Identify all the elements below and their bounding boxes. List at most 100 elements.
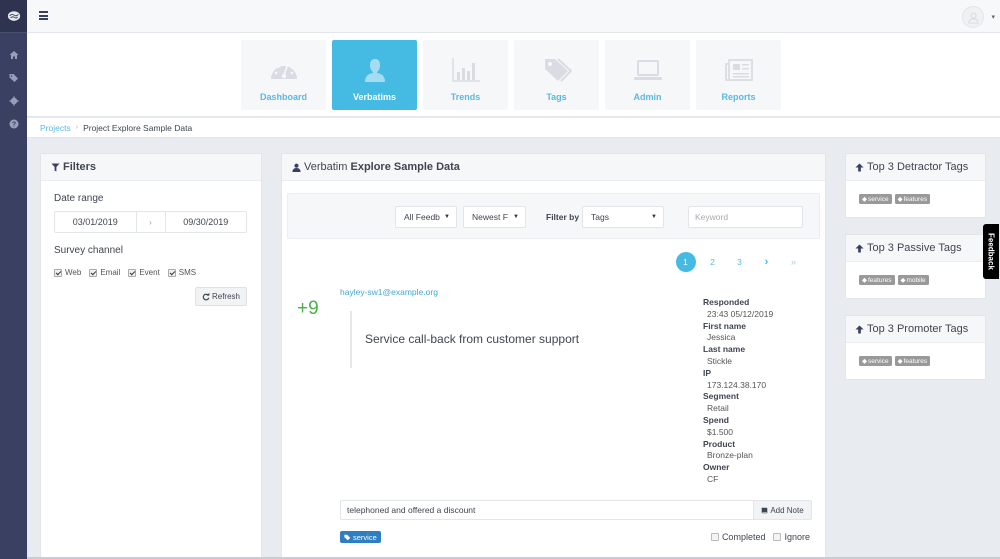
meta-value: Retail [707, 403, 729, 414]
last-page-icon[interactable]: » [780, 252, 807, 272]
completed-checkbox[interactable]: Completed [710, 532, 765, 542]
panel-title: Top 3 Promoter Tags [867, 323, 969, 335]
breadcrumb-projects-link[interactable]: Projects [40, 123, 71, 133]
filter-icon [51, 162, 60, 172]
channel-event[interactable]: Event [128, 268, 160, 277]
page-1[interactable]: 1 [672, 252, 699, 272]
add-note-button[interactable]: Add Note [754, 500, 812, 520]
caret-down-icon: ▼ [513, 214, 519, 220]
meta-key: Owner [703, 462, 730, 473]
tag-badge[interactable]: ◆ service [859, 356, 892, 366]
ignore-checkbox[interactable]: Ignore [773, 532, 810, 542]
tile-trends[interactable]: Trends [423, 40, 508, 110]
tag-icon: ◆ [862, 196, 867, 203]
user-avatar-icon[interactable] [962, 6, 984, 28]
next-page-icon[interactable]: › [753, 252, 780, 272]
chevron-down-icon[interactable]: ▾ [991, 13, 995, 21]
tile-label: Trends [450, 92, 481, 102]
help-icon[interactable]: ? [0, 112, 27, 135]
dashboard-gauge-icon [269, 57, 299, 83]
gear-icon[interactable] [0, 89, 27, 112]
meta-key: Segment [703, 391, 739, 402]
nps-score: +9 [297, 298, 319, 319]
survey-channel-checkboxes: Web Email Event SMS [54, 268, 261, 277]
tile-tags[interactable]: Tags [514, 40, 599, 110]
tag-icon: ◆ [897, 196, 903, 203]
tile-label: Tags [546, 92, 567, 102]
caret-down-icon: ▼ [651, 214, 657, 220]
caret-down-icon: ▼ [444, 214, 450, 220]
page-2[interactable]: 2 [699, 252, 726, 272]
tag-icon: ◆ [862, 358, 867, 365]
tag-badge[interactable]: service [340, 531, 381, 543]
user-icon [360, 57, 390, 83]
tile-dashboard[interactable]: Dashboard [241, 40, 326, 110]
date-from-field[interactable]: 03/01/2019 [55, 212, 136, 232]
checkbox-web[interactable] [54, 268, 62, 277]
quote-divider [350, 311, 352, 368]
panel-title: Top 3 Passive Tags [867, 242, 962, 254]
refresh-icon [202, 292, 210, 300]
checkbox-sms[interactable] [167, 268, 176, 277]
refresh-button[interactable]: Refresh [195, 287, 247, 306]
filter-by-select[interactable]: Tags ▼ [582, 206, 664, 228]
meta-value: 23:43 05/12/2019 [707, 308, 774, 319]
breadcrumb-current: Project Explore Sample Data [83, 122, 193, 133]
meta-value: $1.500 [707, 426, 733, 437]
home-icon[interactable] [0, 43, 27, 66]
verbatim-header: Verbatim Explore Sample Data [282, 154, 825, 181]
verbatim-title-prefix: Verbatim [304, 161, 348, 173]
meta-key: Spend [703, 414, 729, 425]
channel-web[interactable]: Web [54, 268, 81, 277]
channel-email[interactable]: Email [89, 268, 120, 277]
note-input[interactable] [340, 500, 754, 520]
brain-logo-icon[interactable] [0, 0, 27, 33]
tags-icon[interactable] [0, 66, 27, 89]
tile-label: Reports [721, 92, 756, 102]
checkbox-completed[interactable] [710, 533, 719, 541]
meta-value: CF [707, 473, 719, 484]
tag-badge[interactable]: ◆ features [859, 275, 895, 285]
tag-badge[interactable]: ◆ service [859, 194, 892, 204]
arrow-up-icon [855, 162, 864, 172]
feedback-tab[interactable]: Feedback [983, 224, 999, 279]
meta-key: First name [703, 320, 746, 331]
checkbox-event[interactable] [128, 268, 137, 277]
keyword-input[interactable] [688, 206, 803, 228]
tile-label: Verbatims [352, 92, 397, 102]
tile-admin[interactable]: Admin [605, 40, 690, 110]
tile-label: Dashboard [259, 92, 307, 102]
pagination: 1 2 3 › » [672, 252, 807, 272]
tag-badge[interactable]: ◆ features [894, 356, 931, 366]
tile-reports[interactable]: Reports [696, 40, 781, 110]
verbatim-text: Service call-back from customer support [365, 332, 580, 346]
sort-select[interactable]: Newest F ▼ [463, 206, 526, 228]
date-range-picker: 03/01/2019 › 09/30/2019 [54, 211, 247, 233]
module-nav: Dashboard Verbatims Trends Tags Admin Re… [27, 33, 1000, 117]
arrow-up-icon [855, 243, 864, 253]
channel-sms[interactable]: SMS [167, 268, 196, 277]
status-checkboxes: Completed Ignore [710, 532, 810, 542]
verbatim-panel: Verbatim Explore Sample Data All Feedb ▼ … [281, 153, 826, 559]
tag-icon: ◆ [897, 358, 903, 365]
hamburger-icon[interactable] [39, 11, 48, 20]
feedback-type-select[interactable]: All Feedb ▼ [395, 206, 457, 228]
respondent-email-link[interactable]: hayley-sw1@example.org [340, 287, 438, 297]
left-sidebar: ? [0, 0, 27, 559]
meta-key: Product [703, 438, 736, 449]
breadcrumb-separator: › [75, 124, 79, 131]
tile-verbatims[interactable]: Verbatims [332, 40, 417, 110]
detractor-tags-panel: Top 3 Detractor Tags ◆ service ◆ features [845, 153, 986, 218]
tag-badge[interactable]: ◆ mobile [897, 275, 929, 285]
meta-key: Responded [703, 297, 750, 307]
date-range-label: Date range [54, 193, 104, 204]
checkbox-email[interactable] [89, 268, 98, 277]
checkbox-ignore[interactable] [773, 533, 782, 541]
filter-by-label: Filter by [546, 212, 580, 222]
date-to-field[interactable]: 09/30/2019 [166, 212, 247, 232]
tag-badge[interactable]: ◆ features [894, 194, 931, 204]
tags-icon [542, 57, 572, 83]
survey-channel-label: Survey channel [54, 245, 123, 256]
page-3[interactable]: 3 [726, 252, 753, 272]
verbatim-title-project: Explore Sample Data [350, 161, 460, 173]
